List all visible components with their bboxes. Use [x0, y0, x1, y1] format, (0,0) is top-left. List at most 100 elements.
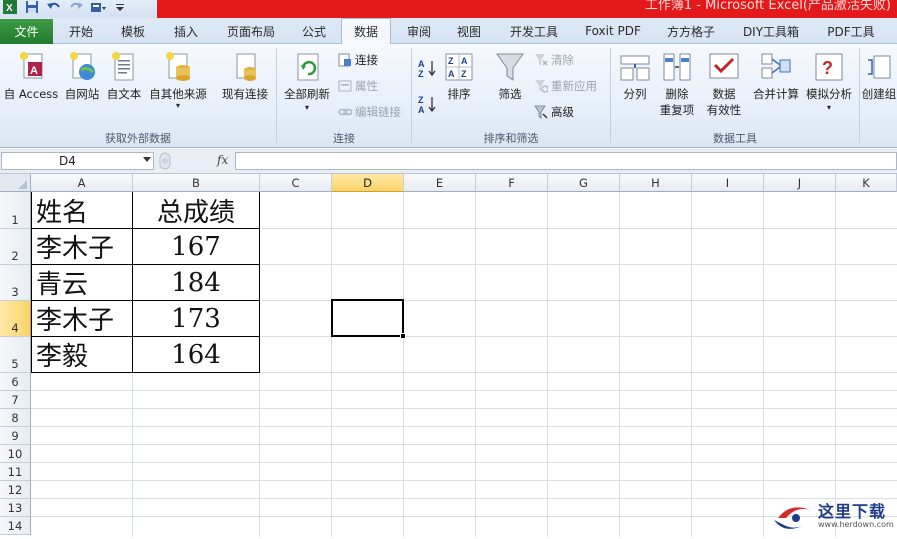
column-header-f[interactable]: F	[476, 174, 548, 192]
tab-view[interactable]: 视图	[446, 18, 492, 44]
name-box-dropdown-icon[interactable]	[143, 157, 151, 162]
tab-data[interactable]: 数据	[341, 18, 391, 45]
row-header-8[interactable]: 8	[0, 409, 31, 427]
from-web-button[interactable]: 自网站	[60, 48, 104, 102]
form-icon[interactable]	[90, 0, 106, 14]
cell-b3[interactable]: 184	[133, 265, 260, 301]
row-header-3[interactable]: 3	[0, 265, 31, 301]
tab-review[interactable]: 审阅	[396, 18, 442, 44]
svg-text:A: A	[418, 105, 425, 114]
column-header-j[interactable]: J	[764, 174, 836, 192]
name-box[interactable]: D4	[1, 152, 154, 170]
cell-b2[interactable]: 167	[133, 229, 260, 265]
row-header-13[interactable]: 13	[0, 499, 31, 517]
worksheet-grid[interactable]: A B C D E F G H I J K 1 2 3 4 5 6 7 8 9 …	[0, 174, 897, 537]
refresh-all-button[interactable]: 全部刷新 ▾	[280, 48, 334, 114]
row-header-11[interactable]: 11	[0, 463, 31, 481]
row-header-1[interactable]: 1	[0, 192, 31, 229]
reapply-button[interactable]: 重新应用	[534, 78, 597, 94]
tab-page-layout[interactable]: 页面布局	[218, 18, 284, 44]
cell-a2[interactable]: 李木子	[31, 229, 133, 265]
other-sources-icon	[161, 48, 195, 86]
advanced-filter-button[interactable]: 高级	[534, 104, 574, 120]
cell-a1[interactable]: 姓名	[31, 192, 133, 229]
cell-a5[interactable]: 李毅	[31, 337, 133, 373]
edit-links-label: 编辑链接	[355, 105, 401, 119]
from-text-button[interactable]: 自文本	[104, 48, 144, 102]
tab-pdf-tools[interactable]: PDF工具	[820, 18, 882, 44]
clear-filter-label: 清除	[551, 53, 574, 67]
what-if-icon: ?	[812, 48, 846, 86]
from-other-sources-button[interactable]: 自其他来源 ▾	[146, 48, 210, 110]
sort-ascending-button[interactable]: AZ	[418, 58, 438, 81]
row-header-2[interactable]: 2	[0, 229, 31, 265]
column-header-d[interactable]: D	[332, 174, 404, 192]
tab-templates[interactable]: 模板	[110, 18, 156, 44]
redo-icon[interactable]	[68, 0, 84, 14]
tab-insert[interactable]: 插入	[163, 18, 209, 44]
tab-home[interactable]: 开始	[58, 18, 104, 44]
row-header-10[interactable]: 10	[0, 445, 31, 463]
column-header-b[interactable]: B	[133, 174, 260, 192]
formula-input[interactable]	[235, 152, 897, 170]
title-highlight: 工作簿1 - Microsoft Excel(产品激活失败)	[157, 0, 897, 18]
data-validation-label-1: 数据	[712, 87, 736, 101]
cell-a4[interactable]: 李木子	[31, 301, 133, 337]
what-if-analysis-button[interactable]: ? 模拟分析 ▾	[802, 48, 856, 114]
svg-text:X: X	[6, 3, 13, 14]
sort-icon: ZAAZ	[442, 48, 476, 86]
gridline	[691, 192, 692, 537]
row-header-9[interactable]: 9	[0, 427, 31, 445]
row-header-7[interactable]: 7	[0, 391, 31, 409]
remove-duplicates-button[interactable]: 删除 重复项	[656, 48, 698, 118]
excel-icon: X	[2, 0, 18, 14]
tab-foxit-pdf[interactable]: Foxit PDF	[580, 18, 646, 44]
text-to-columns-button[interactable]: 分列	[616, 48, 654, 102]
cell-a3[interactable]: 青云	[31, 265, 133, 301]
consolidate-button[interactable]: 合并计算	[750, 48, 802, 102]
svg-text:A: A	[418, 59, 425, 69]
fill-handle[interactable]	[400, 333, 406, 339]
row-header-6[interactable]: 6	[0, 373, 31, 391]
tab-formulas[interactable]: 公式	[291, 18, 337, 44]
tab-developer[interactable]: 开发工具	[500, 18, 568, 44]
undo-icon[interactable]	[46, 0, 62, 14]
active-cell-d4[interactable]	[331, 299, 404, 337]
column-header-a[interactable]: A	[31, 174, 133, 192]
sort-button[interactable]: ZAAZ 排序	[440, 48, 478, 102]
save-icon[interactable]	[24, 0, 40, 14]
connections-button[interactable]: 连接	[338, 52, 378, 68]
formula-bar: D4 fx	[0, 149, 897, 174]
properties-button[interactable]: 属性	[338, 78, 378, 94]
create-group-button[interactable]: 创建组	[862, 48, 896, 102]
tab-diy-toolbox[interactable]: DIY工具箱	[736, 18, 806, 44]
edit-links-button[interactable]: 编辑链接	[338, 104, 401, 120]
gridline	[31, 462, 897, 463]
cell-b5[interactable]: 164	[133, 337, 260, 373]
existing-connections-button[interactable]: 现有连接	[218, 48, 272, 102]
from-access-button[interactable]: A 自 Access	[4, 48, 58, 102]
row-header-5[interactable]: 5	[0, 337, 31, 373]
select-all-button[interactable]	[0, 174, 31, 192]
clear-filter-button[interactable]: 清除	[534, 52, 574, 68]
customize-icon[interactable]	[112, 0, 128, 14]
insert-function-button[interactable]: fx	[217, 153, 228, 167]
row-header-4[interactable]: 4	[0, 301, 31, 337]
title-bar: X 工作簿1 - Microsoft Excel(产品激活失败)	[0, 0, 897, 18]
tab-fangfang[interactable]: 方方格子	[660, 18, 722, 44]
data-validation-button[interactable]: 数据 有效性	[700, 48, 748, 118]
column-header-k[interactable]: K	[836, 174, 897, 192]
cell-b4[interactable]: 173	[133, 301, 260, 337]
row-header-14[interactable]: 14	[0, 517, 31, 535]
column-header-e[interactable]: E	[404, 174, 476, 192]
group-label-sort-filter: 排序和筛选	[483, 132, 539, 145]
sort-descending-button[interactable]: ZA	[418, 94, 438, 117]
cell-b1[interactable]: 总成绩	[133, 192, 260, 229]
column-header-i[interactable]: I	[692, 174, 764, 192]
column-header-h[interactable]: H	[620, 174, 692, 192]
column-header-c[interactable]: C	[260, 174, 332, 192]
tab-file[interactable]: 文件	[0, 19, 53, 44]
column-header-g[interactable]: G	[548, 174, 620, 192]
row-header-12[interactable]: 12	[0, 481, 31, 499]
filter-button[interactable]: 筛选	[492, 48, 528, 102]
